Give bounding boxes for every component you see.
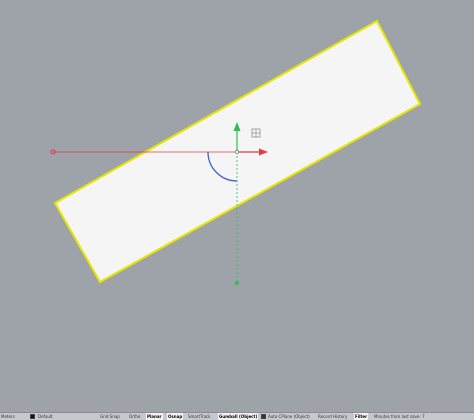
auto-cplane-lock-icon — [261, 414, 266, 419]
units-label[interactable]: Meters — [1, 413, 15, 420]
record-history-toggle[interactable]: Record History — [318, 413, 347, 420]
gumball-y-end-point[interactable] — [235, 281, 239, 285]
gumball-toggle[interactable]: Gumball (Object) — [218, 413, 259, 420]
viewport-canvas[interactable] — [0, 0, 474, 412]
save-status-label: Minutes from last save: 7 — [374, 414, 425, 419]
status-bar: Meters Default Grid Snap Ortho Planar Os… — [0, 412, 474, 420]
layer-color-swatch — [30, 414, 35, 419]
gumball-origin[interactable] — [235, 150, 239, 154]
osnap-toggle[interactable]: Osnap — [167, 413, 184, 420]
ortho-toggle[interactable]: Ortho — [129, 413, 140, 420]
filter-toggle[interactable]: Filter — [354, 413, 369, 420]
viewport[interactable] — [0, 0, 474, 412]
grid-snap-toggle[interactable]: Grid Snap — [100, 413, 120, 420]
planar-toggle[interactable]: Planar — [146, 413, 163, 420]
smarttrack-toggle[interactable]: SmartTrack — [188, 413, 211, 420]
layer-label[interactable]: Default — [38, 413, 53, 420]
auto-cplane-toggle[interactable]: Auto CPlane (Object) — [268, 413, 310, 420]
